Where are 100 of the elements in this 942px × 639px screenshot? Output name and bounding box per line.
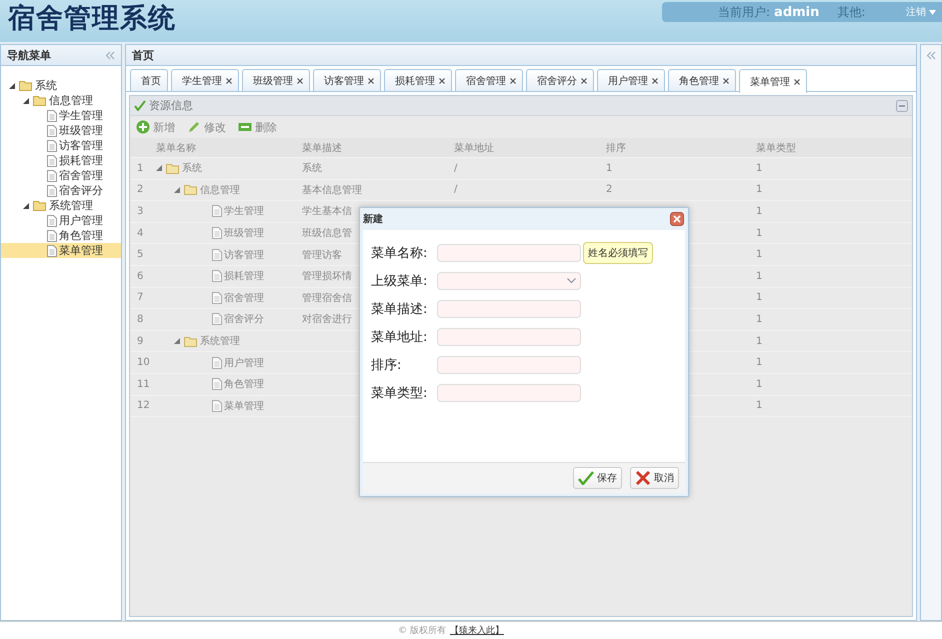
file-icon [212,400,222,412]
row-number: 9 [136,336,144,347]
save-button[interactable]: 保存 [573,467,622,489]
table-cell: 1 [756,162,762,174]
tree-item[interactable]: 系统管理 [1,198,121,213]
footer-link[interactable]: 【猿来入此】 [450,624,504,637]
row-number: 7 [136,292,144,304]
table-cell: 1 [756,206,762,217]
tab[interactable]: 损耗管理 [384,69,452,91]
table-cell: 1 [756,357,762,368]
expand-arrow-icon[interactable] [23,202,29,208]
tree-item[interactable]: 宿舍评分 [1,183,121,198]
expand-arrow-icon[interactable] [23,98,29,104]
input-field[interactable] [437,328,581,346]
file-icon [212,248,222,261]
folder-icon [33,95,47,106]
tab[interactable]: 班级管理 [242,69,310,91]
app-title: 宿舍管理系统 [6,2,176,36]
input-field[interactable] [437,244,581,262]
close-icon[interactable] [297,78,303,84]
minimize-icon[interactable] [896,100,908,112]
expand-arrow-icon[interactable] [9,82,15,88]
close-icon[interactable] [368,78,374,84]
tree-item[interactable]: 损耗管理 [1,153,121,168]
file-icon [47,124,57,136]
table-cell: 1 [756,292,762,304]
tab[interactable]: 访客管理 [313,69,381,91]
close-icon[interactable] [794,78,800,84]
table-cell: 1 [756,378,762,390]
row-number: 11 [136,378,150,390]
table-cell-text: 对宿舍进行 [302,312,352,326]
input-field[interactable] [437,300,581,318]
close-icon[interactable] [510,78,516,84]
tab[interactable]: 宿舍管理 [455,69,523,91]
tree-item[interactable]: 学生管理 [1,108,121,123]
tree-item[interactable]: 菜单管理 [1,243,121,258]
file-icon [212,227,222,240]
table-cell: 用户管理 [150,356,302,370]
table-cell: 1 [756,400,762,412]
folder-icon [184,184,198,196]
table-cell: 系统 [150,161,302,176]
tab[interactable]: 首页 [130,69,168,91]
file-icon [212,205,222,218]
field-label: 菜单描述: [371,301,428,318]
field-label: 上级菜单: [371,273,428,290]
table-cell: 系统管理 [150,334,302,348]
user-label: 当前用户: [718,4,770,20]
dropdown-icon[interactable] [567,278,576,284]
table-cell: / [454,184,458,196]
tab[interactable]: 菜单管理 [739,69,807,93]
close-icon[interactable] [226,78,232,84]
tab[interactable]: 用户管理 [597,69,665,91]
row-number: 10 [136,357,150,368]
row-number: 2 [136,184,144,196]
other-label: 其他: [837,4,866,20]
table-cell-text: 系统 [302,162,322,176]
sidebar-title: 导航菜单 [7,48,51,62]
file-icon [47,110,57,122]
table-cell: 1 [756,184,762,196]
table-cell-text: 班级信息管 [302,226,352,240]
panel-title: 首页 [132,48,154,62]
select-field[interactable] [437,272,581,290]
close-icon[interactable] [723,78,729,84]
close-icon[interactable] [581,78,587,84]
tree-item[interactable]: 宿舍管理 [1,168,121,183]
table-cell: 访客管理 [150,248,302,262]
row-number: 5 [136,249,144,260]
table-cell: 1 [756,336,762,347]
tree-item[interactable]: 信息管理 [1,93,121,108]
table-cell-text: 管理访客 [302,248,342,262]
close-icon[interactable] [439,78,445,84]
close-icon[interactable] [652,78,658,84]
folder-icon [166,162,180,174]
table-cell: 学生管理 [150,204,302,218]
table-cell-text: 管理损坏情 [302,270,352,284]
row-number: 6 [136,270,144,282]
cancel-button[interactable]: 取消 [630,467,679,489]
tab[interactable]: 宿舍评分 [526,69,594,91]
tree-item[interactable]: 班级管理 [1,123,121,138]
table-cell: 菜单管理 [150,398,302,413]
tree-item[interactable]: 系统 [1,78,121,93]
row-number: 1 [136,162,144,174]
tree-item[interactable]: 角色管理 [1,228,121,243]
table-cell: 损耗管理 [150,269,302,284]
cross-icon [635,471,651,485]
file-icon [47,140,57,152]
file-icon [47,154,57,166]
file-icon [212,378,222,390]
close-icon[interactable] [670,212,684,226]
input-field[interactable] [437,384,581,402]
field-label: 菜单类型: [371,385,428,402]
table-cell: 宿舍管理 [150,290,302,305]
input-field[interactable] [437,356,581,374]
field-label: 排序: [371,357,402,374]
tab[interactable]: 学生管理 [171,69,239,91]
tab[interactable]: 角色管理 [668,69,736,91]
row-number: 3 [136,206,144,217]
field-label: 菜单名称: [371,245,428,262]
tree-item[interactable]: 访客管理 [1,138,121,153]
tree-item[interactable]: 用户管理 [1,213,121,228]
